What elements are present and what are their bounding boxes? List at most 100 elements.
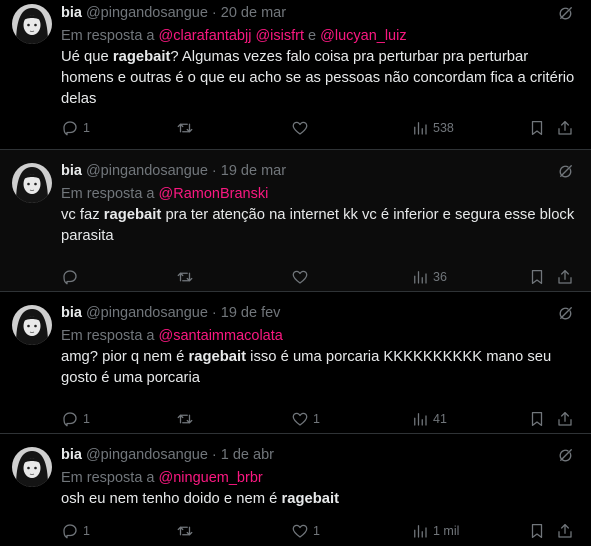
tweet-date[interactable]: 19 de mar [221, 163, 286, 179]
views-icon [414, 122, 427, 135]
share-icon [558, 411, 572, 426]
retweet-icon [177, 123, 193, 133]
separator-dot: · [211, 163, 217, 179]
reply-icon [63, 412, 77, 427]
reply-icon [63, 270, 77, 285]
tweet[interactable]: bia @pingandosangue · 19 de mar Em respo… [0, 150, 591, 292]
tweet[interactable]: bia @pingandosangue · 20 de mar Em respo… [0, 0, 591, 150]
like-button[interactable] [291, 119, 313, 137]
retweet-button[interactable] [176, 119, 198, 137]
share-button[interactable] [556, 119, 574, 137]
text-segment: osh eu nem tenho doido e nem é [61, 491, 282, 507]
avatar[interactable] [12, 447, 52, 487]
grok-icon[interactable] [557, 446, 575, 464]
avatar[interactable] [12, 4, 52, 44]
views-button[interactable]: 538 [411, 119, 454, 137]
avatar[interactable] [12, 163, 52, 203]
display-name[interactable]: bia [61, 5, 82, 21]
retweet-button[interactable] [176, 410, 198, 428]
reply-context: Em resposta a @RamonBranski [61, 184, 577, 204]
reply-prefix: Em resposta a [61, 186, 159, 202]
tweet-text: vc faz ragebait pra ter atenção na inter… [61, 205, 577, 247]
bookmark-icon [531, 523, 543, 539]
highlighted-term: ragebait [188, 349, 247, 365]
bookmark-button[interactable] [528, 119, 546, 137]
like-button[interactable]: 1 [291, 522, 320, 540]
like-button[interactable] [291, 268, 313, 286]
reply-button[interactable] [61, 268, 83, 286]
views-button[interactable]: 41 [411, 410, 447, 428]
share-button[interactable] [556, 268, 574, 286]
tweet-date[interactable]: 19 de fev [221, 305, 281, 321]
reply-button[interactable]: 1 [61, 119, 90, 137]
tweet-content: bia @pingandosangue · 19 de fev Em respo… [61, 304, 577, 389]
bookmark-button[interactable] [528, 522, 546, 540]
views-button[interactable]: 36 [411, 268, 447, 286]
views-count: 36 [433, 270, 447, 284]
like-icon [292, 524, 308, 538]
tweet-content: bia @pingandosangue · 1 de abr Em respos… [61, 446, 577, 510]
tweet-date[interactable]: 20 de mar [221, 5, 286, 21]
bookmark-button[interactable] [528, 268, 546, 286]
display-name[interactable]: bia [61, 305, 82, 321]
mention-link[interactable]: @santaimmacolata [159, 328, 283, 344]
display-name[interactable]: bia [61, 447, 82, 463]
views-icon [414, 271, 427, 284]
grok-icon[interactable] [557, 304, 575, 322]
tweet-actions: 1 538 [61, 118, 577, 138]
text-segment: Ué que [61, 49, 113, 65]
share-icon [558, 523, 572, 538]
bookmark-icon [531, 269, 543, 285]
share-icon [558, 269, 572, 284]
reply-button[interactable]: 1 [61, 522, 90, 540]
highlighted-term: ragebait [281, 491, 340, 507]
reply-prefix: Em resposta a [61, 28, 159, 44]
views-count: 1 mil [433, 524, 460, 538]
separator-dot: · [211, 447, 217, 463]
reply-context: Em resposta a @santaimmacolata [61, 326, 577, 346]
text-segment: amg? pior q nem é [61, 349, 189, 365]
grok-icon[interactable] [557, 162, 575, 180]
like-count: 1 [313, 412, 320, 426]
mention-link[interactable]: @isisfrt [255, 28, 304, 44]
reply-icon [63, 524, 77, 539]
share-button[interactable] [556, 410, 574, 428]
grok-icon[interactable] [557, 4, 575, 22]
user-handle[interactable]: @pingandosangue [86, 305, 208, 321]
mention-link[interactable]: @ninguem_brbr [159, 470, 263, 486]
tweet-text: amg? pior q nem é ragebait isso é uma po… [61, 347, 577, 389]
like-icon [292, 270, 308, 284]
bookmark-button[interactable] [528, 410, 546, 428]
views-button[interactable]: 1 mil [411, 522, 459, 540]
tweet[interactable]: bia @pingandosangue · 19 de fev Em respo… [0, 292, 591, 434]
tweet-header: bia @pingandosangue · 19 de fev [61, 304, 577, 322]
retweet-icon [177, 272, 193, 282]
retweet-button[interactable] [176, 522, 198, 540]
display-name[interactable]: bia [61, 163, 82, 179]
mention-link[interactable]: @RamonBranski [159, 186, 269, 202]
text-segment: vc faz [61, 207, 104, 223]
tweet-date[interactable]: 1 de abr [221, 447, 274, 463]
like-icon [292, 121, 308, 135]
mention-link[interactable]: @clarafantabjj [159, 28, 252, 44]
highlighted-term: ragebait [112, 49, 171, 65]
reply-prefix: Em resposta a [61, 470, 159, 486]
reply-button[interactable]: 1 [61, 410, 90, 428]
bookmark-icon [531, 120, 543, 136]
mention-link[interactable]: @lucyan_luiz [320, 28, 406, 44]
reply-prefix: Em resposta a [61, 328, 159, 344]
views-icon [414, 413, 427, 426]
views-count: 41 [433, 412, 447, 426]
user-handle[interactable]: @pingandosangue [86, 163, 208, 179]
user-handle[interactable]: @pingandosangue [86, 447, 208, 463]
views-icon [414, 525, 427, 538]
share-icon [558, 120, 572, 135]
share-button[interactable] [556, 522, 574, 540]
tweet[interactable]: bia @pingandosangue · 1 de abr Em respos… [0, 434, 591, 546]
mention-separator: e [304, 28, 321, 44]
views-count: 538 [433, 121, 454, 135]
retweet-button[interactable] [176, 268, 198, 286]
user-handle[interactable]: @pingandosangue [86, 5, 208, 21]
avatar[interactable] [12, 305, 52, 345]
like-button[interactable]: 1 [291, 410, 320, 428]
